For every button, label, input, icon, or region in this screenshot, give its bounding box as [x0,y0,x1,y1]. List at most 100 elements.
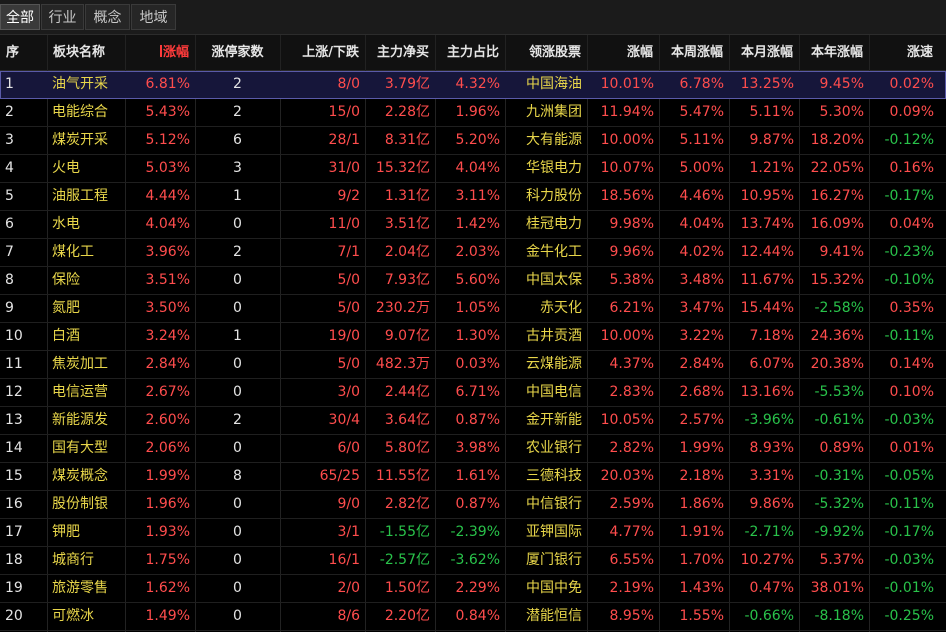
cell-leading-stock[interactable]: 九洲集团 [505,99,587,126]
cell-index: 20 [5,608,23,624]
table-row[interactable]: 16 股份制银 1.96% 0 9/0 2.82亿 0.87% 中信银行 2.59% 1.86% 9… [0,491,946,519]
cell-leading-stock[interactable]: 亚钾国际 [505,519,587,546]
cell-leading-stock[interactable]: 古井贡酒 [505,323,587,350]
cell-change: 2.84% [145,356,190,372]
header-year-change[interactable]: 本年涨幅 [799,35,869,70]
cell-sector-name[interactable]: 城商行 [47,547,125,574]
cell-leading-change: 9.98% [609,216,654,232]
cell-speed: -0.17% [884,524,934,540]
cell-sector-name[interactable]: 煤炭概念 [47,463,125,490]
table-row[interactable]: 19 旅游零售 1.62% 0 2/0 1.50亿 2.29% 中国中免 2.19% 1.43% 0… [0,575,946,603]
cell-index: 16 [5,496,23,512]
table-row[interactable]: 8 保险 3.51% 0 5/0 7.93亿 5.60% 中国太保 5.38% 3.48% 11.6… [0,267,946,295]
cell-speed: -0.05% [884,468,934,484]
header-limit-up-count[interactable]: 涨停家数 [195,35,280,70]
table-row[interactable]: 12 电信运营 2.67% 0 3/0 2.44亿 6.71% 中国电信 2.83% 2.68% 1… [0,379,946,407]
cell-sector-name[interactable]: 水电 [47,211,125,238]
cell-speed: 0.14% [889,356,934,372]
table-row[interactable]: 11 焦炭加工 2.84% 0 5/0 482.3万 0.03% 云煤能源 4.37% 2.84%… [0,351,946,379]
cell-leading-stock[interactable]: 桂冠电力 [505,211,587,238]
table-row[interactable]: 7 煤化工 3.96% 2 7/1 2.04亿 2.03% 金牛化工 9.96% 4.02% 12.… [0,239,946,267]
tab-concept[interactable]: 概念 [85,4,130,30]
header-week-change[interactable]: 本周涨幅 [659,35,729,70]
cell-leading-stock[interactable]: 中国电信 [505,379,587,406]
cell-sector-name[interactable]: 油服工程 [47,183,125,210]
cell-limit-up-count: 0 [233,580,242,596]
table-row[interactable]: 17 钾肥 1.93% 0 3/1 -1.55亿 -2.39% 亚钾国际 4.77% 1.91% -… [0,519,946,547]
tab-region[interactable]: 地域 [131,4,176,30]
cell-leading-stock[interactable]: 华银电力 [505,155,587,182]
header-main-ratio[interactable]: 主力占比 [435,35,505,70]
cell-sector-name[interactable]: 煤炭开采 [47,127,125,154]
table-row[interactable]: 20 可燃冰 1.49% 0 8/6 2.20亿 0.84% 潜能恒信 8.95% 1.55% -0… [0,603,946,631]
table-row[interactable]: 5 油服工程 4.44% 1 9/2 1.31亿 3.11% 科力股份 18.56% 4.46% 1… [0,183,946,211]
cell-leading-stock[interactable]: 中国中免 [505,575,587,602]
tab-all[interactable]: 全部 [0,4,40,30]
header-leading-stock[interactable]: 领涨股票 [505,35,587,70]
header-label: 涨停家数 [211,45,264,60]
cell-sector-name[interactable]: 氮肥 [47,295,125,322]
cell-main-ratio: 3.11% [455,188,500,204]
header-change[interactable]: 涨幅 [125,35,195,70]
cell-leading-stock[interactable]: 三德科技 [505,463,587,490]
cell-change: 1.49% [145,608,190,624]
table-row[interactable]: 2 电能综合 5.43% 2 15/0 2.28亿 1.96% 九洲集团 11.94% 5.47%… [0,99,946,127]
tab-industry[interactable]: 行业 [41,4,84,30]
cell-sector-name[interactable]: 国有大型 [47,435,125,462]
header-month-change[interactable]: 本月涨幅 [729,35,799,70]
cell-leading-change: 5.38% [609,272,654,288]
table-row[interactable]: 10 白酒 3.24% 1 19/0 9.07亿 1.30% 古井贡酒 10.00% 3.22% 7… [0,323,946,351]
cell-sector-name[interactable]: 火电 [47,155,125,182]
cell-sector-name[interactable]: 白酒 [47,323,125,350]
table-row[interactable]: 1 油气开采 6.81% 2 8/0 3.79亿 4.32% 中国海油 10.01% 6.78% 1… [0,71,946,99]
cell-leading-stock[interactable]: 中信银行 [505,491,587,518]
cell-main-net-buy: 2.44亿 [384,384,430,400]
cell-sector-name[interactable]: 旅游零售 [47,575,125,602]
header-main-net-buy[interactable]: 主力净买 [365,35,435,70]
table-row[interactable]: 3 煤炭开采 5.12% 6 28/1 8.31亿 5.20% 大有能源 10.00% 5.11%… [0,127,946,155]
cell-sector-name[interactable]: 钾肥 [47,519,125,546]
cell-index: 11 [5,356,23,372]
cell-leading-stock[interactable]: 赤天化 [505,295,587,322]
cell-speed: 0.09% [889,104,934,120]
cell-leading-stock[interactable]: 金开新能 [505,407,587,434]
header-leading-change[interactable]: 涨幅 [587,35,659,70]
cell-leading-stock[interactable]: 潜能恒信 [505,603,587,630]
cell-leading-change: 2.19% [609,580,654,596]
cell-sector-name[interactable]: 保险 [47,267,125,294]
table-row[interactable]: 14 国有大型 2.06% 0 6/0 5.80亿 3.98% 农业银行 2.82% 1.99% 8… [0,435,946,463]
table-row[interactable]: 18 城商行 1.75% 0 16/1 -2.57亿 -3.62% 厦门银行 6.55% 1.70… [0,547,946,575]
cell-main-ratio: 0.87% [455,496,500,512]
cell-sector-name[interactable]: 油气开采 [47,71,125,98]
cell-sector-name[interactable]: 电信运营 [47,379,125,406]
cell-week-change: 1.99% [679,440,724,456]
cell-speed: -0.25% [884,608,934,624]
cell-sector-name[interactable]: 煤化工 [47,239,125,266]
cell-sector-name[interactable]: 焦炭加工 [47,351,125,378]
cell-leading-stock[interactable]: 大有能源 [505,127,587,154]
cell-leading-stock[interactable]: 厦门银行 [505,547,587,574]
cell-leading-stock[interactable]: 云煤能源 [505,351,587,378]
cell-leading-stock[interactable]: 农业银行 [505,435,587,462]
cell-up-down: 5/0 [337,300,360,316]
cell-leading-stock[interactable]: 中国太保 [505,267,587,294]
cell-sector-name[interactable]: 电能综合 [47,99,125,126]
table-row[interactable]: 13 新能源发 2.60% 2 30/4 3.64亿 0.87% 金开新能 10.05% 2.57… [0,407,946,435]
table-row[interactable]: 9 氮肥 3.50% 0 5/0 230.2万 1.05% 赤天化 6.21% 3.47% 15.4… [0,295,946,323]
cell-sector-name[interactable]: 新能源发 [47,407,125,434]
header-label: 主力净买 [376,45,429,60]
cell-leading-stock[interactable]: 中国海油 [505,71,587,98]
cell-up-down: 28/1 [328,132,360,148]
cell-leading-stock[interactable]: 科力股份 [505,183,587,210]
table-row[interactable]: 6 水电 4.04% 0 11/0 3.51亿 1.42% 桂冠电力 9.98% 4.04% 13.… [0,211,946,239]
header-speed[interactable]: 涨速 [869,35,939,70]
cell-sector-name[interactable]: 可燃冰 [47,603,125,630]
header-sector-name[interactable]: 板块名称 [47,35,125,70]
cell-up-down: 6/0 [337,440,360,456]
cell-sector-name[interactable]: 股份制银 [47,491,125,518]
table-row[interactable]: 4 火电 5.03% 3 31/0 15.32亿 4.04% 华银电力 10.07% 5.00% 1… [0,155,946,183]
table-row[interactable]: 15 煤炭概念 1.99% 8 65/25 11.55亿 1.61% 三德科技 20.03% 2.… [0,463,946,491]
header-up-down[interactable]: 上涨/下跌 [280,35,365,70]
cell-leading-stock[interactable]: 金牛化工 [505,239,587,266]
header-index[interactable]: 序 [0,35,47,70]
